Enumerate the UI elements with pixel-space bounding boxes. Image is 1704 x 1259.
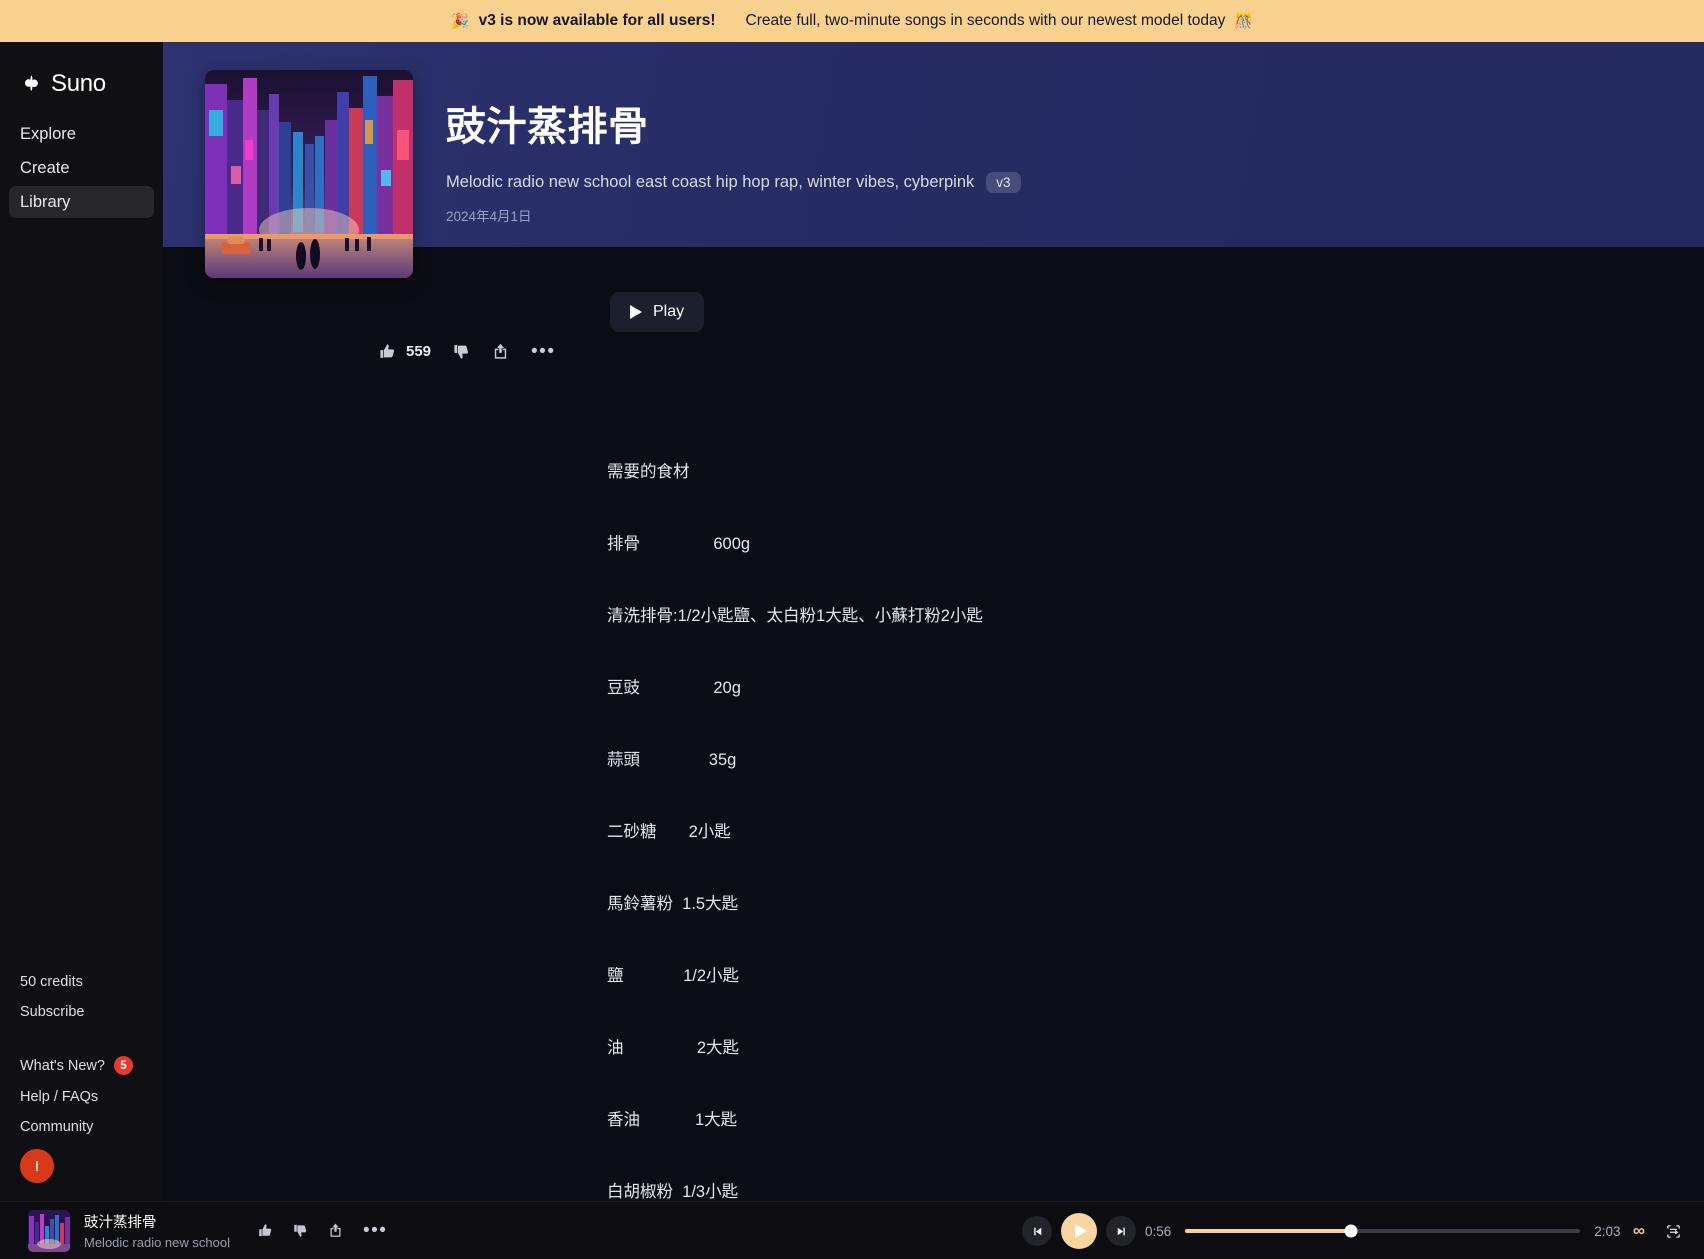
total-time: 2:03 xyxy=(1594,1223,1621,1239)
party-popper-icon: 🎉 xyxy=(450,13,470,30)
banner-subtext: Create full, two-minute songs in seconds… xyxy=(745,12,1226,29)
song-header: 豉汁蒸排骨 Melodic radio new school east coas… xyxy=(446,104,1021,225)
player-progress-group: 0:56 2:03 xyxy=(1145,1202,1621,1259)
player-more-button[interactable]: ••• xyxy=(363,1221,387,1240)
suno-logo-icon xyxy=(20,73,42,95)
thumbs-down-icon xyxy=(294,1224,307,1237)
play-icon xyxy=(630,305,642,319)
ingredient-line: 油 2大匙 xyxy=(607,1039,740,1057)
brand-logo-group[interactable]: Suno xyxy=(0,42,163,104)
player-right-controls: ∞ xyxy=(1633,1202,1682,1259)
ingredient-line: 蒜頭 35g xyxy=(607,751,737,769)
share-icon xyxy=(330,1223,341,1237)
sidebar-nav: Explore Create Library xyxy=(0,118,163,220)
song-actions: 559 ••• xyxy=(379,342,556,361)
thumbs-down-icon xyxy=(454,345,469,359)
ingredient-line: 排骨 600g xyxy=(607,535,751,553)
page-title: 豉汁蒸排骨 xyxy=(446,105,649,149)
player-share-button[interactable] xyxy=(328,1223,343,1238)
player-song-title: 豉汁蒸排骨 xyxy=(84,1215,157,1231)
version-badge: v3 xyxy=(986,172,1021,193)
credits-label: 50 credits xyxy=(20,974,83,990)
banner-headline: v3 is now available for all users! xyxy=(478,12,716,29)
next-track-icon xyxy=(1117,1227,1125,1235)
next-track-button[interactable] xyxy=(1106,1216,1136,1246)
player-actions: ••• xyxy=(258,1221,387,1240)
album-art[interactable] xyxy=(205,70,413,278)
banner-headline-group: 🎉 v3 is now available for all users! xyxy=(451,12,716,30)
play-icon xyxy=(1074,1224,1087,1238)
main-content: 豉汁蒸排骨 Melodic radio new school east coas… xyxy=(163,42,1704,1201)
player-bar: 豉汁蒸排骨 Melodic radio new school ••• 0:56 … xyxy=(0,1201,1704,1259)
dislike-button[interactable] xyxy=(453,343,470,360)
player-like-button[interactable] xyxy=(258,1223,273,1238)
sidebar-item-create[interactable]: Create xyxy=(9,152,154,184)
previous-track-button[interactable] xyxy=(1022,1216,1052,1246)
song-style: Melodic radio new school east coast hip … xyxy=(446,173,975,191)
play-button[interactable]: Play xyxy=(610,292,705,332)
sidebar-footer: 50 credits Subscribe What's New? 5 Help … xyxy=(0,974,163,1201)
like-button[interactable]: 559 xyxy=(379,343,431,360)
thumbs-up-icon xyxy=(380,344,394,358)
song-lyrics: 需要的食材 排骨 600g 清洗排骨:1/2小匙鹽、太白粉1大匙、小蘇打粉2小匙… xyxy=(607,412,983,1201)
more-options-button[interactable]: ••• xyxy=(531,342,555,361)
play-pause-button[interactable] xyxy=(1061,1213,1097,1249)
sidebar-item-library[interactable]: Library xyxy=(9,186,154,218)
previous-track-icon xyxy=(1033,1227,1041,1235)
thumbs-up-icon xyxy=(259,1224,272,1237)
announcement-banner[interactable]: 🎉 v3 is now available for all users! Cre… xyxy=(0,0,1704,42)
banner-subtext-group: Create full, two-minute songs in seconds… xyxy=(746,12,1254,30)
song-date: 2024年4月1日 xyxy=(446,209,532,224)
ingredient-line: 清洗排骨:1/2小匙鹽、太白粉1大匙、小蘇打粉2小匙 xyxy=(607,607,983,625)
whats-new-row[interactable]: What's New? 5 xyxy=(20,1056,163,1075)
infinity-icon[interactable]: ∞ xyxy=(1633,1221,1645,1241)
confetti-icon: 🎊 xyxy=(1234,13,1254,30)
player-track-info: 豉汁蒸排骨 Melodic radio new school ••• xyxy=(0,1209,400,1252)
play-button-label: Play xyxy=(653,303,685,320)
player-album-art[interactable] xyxy=(28,1209,70,1252)
ingredient-line: 馬鈴薯粉 1.5大匙 xyxy=(607,895,739,913)
queue-icon xyxy=(1667,1224,1680,1238)
player-dislike-button[interactable] xyxy=(293,1223,308,1238)
subscribe-link[interactable]: Subscribe xyxy=(20,1004,163,1020)
whats-new-link[interactable]: What's New? xyxy=(20,1058,105,1074)
player-song-style: Melodic radio new school xyxy=(84,1235,230,1250)
brand-name: Suno xyxy=(51,70,106,97)
suno-app: 🎉 v3 is now available for all users! Cre… xyxy=(0,0,1704,1259)
progress-fill xyxy=(1185,1229,1352,1233)
sidebar-item-explore[interactable]: Explore xyxy=(9,118,154,150)
ingredient-line: 白胡椒粉 1/3小匙 xyxy=(607,1183,739,1201)
community-link[interactable]: Community xyxy=(20,1119,163,1135)
share-button[interactable] xyxy=(492,343,509,360)
ingredient-line: 鹽 1/2小匙 xyxy=(607,967,740,985)
progress-slider[interactable] xyxy=(1185,1224,1581,1238)
ingredient-line: 二砂糖 2小匙 xyxy=(607,823,731,841)
current-time: 0:56 xyxy=(1145,1223,1172,1239)
share-icon xyxy=(494,343,507,359)
help-faqs-link[interactable]: Help / FAQs xyxy=(20,1089,163,1105)
sidebar: Suno Explore Create Library 50 credits S… xyxy=(0,42,163,1201)
like-count: 559 xyxy=(406,343,432,360)
whats-new-badge: 5 xyxy=(113,1056,133,1075)
ingredient-line: 香油 1大匙 xyxy=(607,1111,738,1129)
song-style-row: Melodic radio new school east coast hip … xyxy=(446,172,1021,193)
player-transport-controls xyxy=(1022,1202,1136,1259)
progress-thumb[interactable] xyxy=(1344,1224,1358,1238)
lyrics-heading: 需要的食材 xyxy=(607,463,690,481)
avatar[interactable]: I xyxy=(20,1149,54,1183)
queue-button[interactable] xyxy=(1665,1223,1682,1240)
ingredient-line: 豆豉 20g xyxy=(607,679,741,697)
